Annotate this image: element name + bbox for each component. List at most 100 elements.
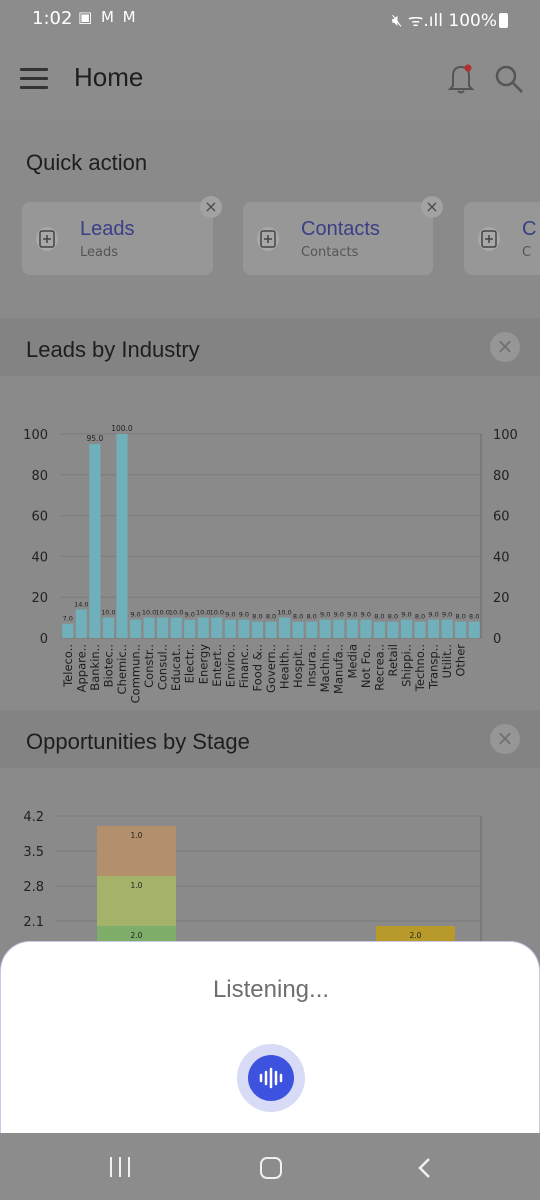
close-leads-chart-button[interactable]: ×	[490, 332, 520, 362]
bar	[224, 619, 236, 638]
x-tick-label: Entert..	[210, 644, 224, 687]
y-tick-label: 4.2	[23, 810, 44, 825]
y-tick-label-left: 100	[23, 428, 48, 443]
bar-data-label: 9.0	[347, 611, 357, 619]
bar	[62, 623, 74, 638]
document-add-icon	[257, 227, 279, 251]
quick-action-subtitle: C	[522, 245, 532, 260]
bar	[292, 621, 304, 638]
bar-data-label: 10.0	[277, 609, 291, 617]
search-icon[interactable]	[494, 64, 524, 94]
bar	[116, 434, 128, 638]
close-opportunities-chart-button[interactable]: ×	[490, 724, 520, 754]
x-tick-label: Food &..	[250, 644, 264, 692]
bar-data-label: 10.0	[155, 609, 169, 617]
bar	[455, 621, 467, 638]
x-tick-label: Energy	[196, 644, 210, 684]
x-tick-label: Appare..	[74, 644, 88, 692]
app-bar: Home	[0, 38, 540, 120]
quick-action-title: Quick action	[26, 150, 148, 175]
bar	[184, 619, 196, 638]
bar-data-label: 9.0	[130, 611, 140, 619]
bar-data-label: 10.0	[196, 609, 210, 617]
bar-data-label: 8.0	[374, 613, 384, 621]
bar-data-label: 8.0	[293, 613, 303, 621]
bar-data-label: 14.0	[74, 600, 88, 608]
bar	[211, 617, 223, 638]
x-tick-label: Commun..	[129, 644, 143, 703]
x-tick-label: Chemic..	[115, 644, 129, 694]
bar	[143, 617, 155, 638]
y-tick-label: 3.5	[23, 845, 44, 860]
bar	[373, 621, 385, 638]
bar-data-label: 9.0	[428, 611, 438, 619]
x-tick-label: Financ..	[237, 644, 251, 688]
bar	[75, 609, 87, 638]
x-tick-label: Other	[454, 644, 468, 677]
bar-data-label: 9.0	[239, 611, 249, 619]
quick-action-subtitle: Contacts	[301, 245, 359, 260]
recent-apps-icon[interactable]	[110, 1157, 132, 1177]
x-tick-label: Enviro..	[223, 644, 237, 687]
page-title: Home	[74, 62, 144, 92]
bar	[400, 619, 413, 638]
bar	[306, 621, 318, 638]
segment-data-label: 2.0	[410, 931, 422, 940]
battery-level: 100%	[448, 11, 497, 31]
x-tick-label: Constr..	[142, 644, 156, 688]
bar	[251, 621, 264, 638]
bar	[278, 617, 291, 638]
remove-leads-button[interactable]: ×	[200, 196, 222, 218]
bar	[346, 619, 358, 638]
document-add-icon	[36, 227, 58, 251]
y-tick-label-right: 60	[493, 510, 510, 525]
y-tick-label-right: 80	[493, 469, 510, 484]
hamburger-icon[interactable]	[20, 68, 48, 90]
y-tick-label-left: 80	[31, 469, 48, 484]
voice-wave-icon[interactable]	[248, 1055, 294, 1101]
y-tick-label-right: 0	[493, 632, 501, 647]
home-icon[interactable]	[260, 1157, 282, 1179]
bar	[265, 621, 277, 638]
bar-data-label: 9.0	[320, 611, 330, 619]
bar	[387, 621, 399, 638]
x-tick-label: Biotec..	[101, 644, 115, 687]
bar-data-label: 8.0	[469, 613, 479, 621]
system-nav-bar	[0, 1133, 540, 1200]
y-tick-label-left: 60	[31, 510, 48, 525]
bar	[238, 619, 250, 638]
x-tick-label: Health..	[278, 644, 292, 689]
bar	[197, 617, 209, 638]
quick-action-card-partial[interactable]: C C	[464, 202, 540, 275]
x-tick-label: Hospit..	[291, 644, 305, 688]
segment-data-label: 2.0	[131, 931, 143, 940]
back-icon[interactable]	[414, 1157, 436, 1179]
remove-contacts-button[interactable]: ×	[421, 196, 443, 218]
bar-data-label: 9.0	[442, 611, 452, 619]
bar	[170, 617, 182, 638]
y-tick-label: 2.8	[23, 880, 44, 895]
bell-icon[interactable]	[447, 62, 475, 94]
listening-status: Listening...	[212, 976, 330, 1003]
x-tick-label: Transp..	[427, 644, 441, 690]
segment-data-label: 1.0	[131, 881, 143, 890]
quick-action-contacts-card[interactable]: Contacts Contacts	[243, 202, 433, 275]
bar	[102, 617, 114, 638]
x-tick-label: Shippi..	[399, 644, 413, 687]
bar-data-label: 9.0	[361, 611, 371, 619]
bar	[129, 619, 142, 638]
mute-icon: 🔇︎	[391, 11, 403, 31]
x-tick-label: Machin..	[318, 644, 332, 692]
y-tick-label: 2.1	[23, 915, 44, 930]
quick-action-leads-card[interactable]: Leads Leads	[22, 202, 213, 275]
bar	[333, 619, 345, 638]
notification-icons: ▣ M M	[78, 8, 138, 26]
voice-button-halo[interactable]	[237, 1044, 305, 1112]
x-tick-label: Teleco..	[61, 644, 75, 688]
y-tick-label-right: 100	[493, 428, 518, 443]
status-bar: 1:02 ▣ M M 🔇︎ ᯤ.ıll 100%	[0, 0, 540, 38]
bar-data-label: 9.0	[185, 611, 195, 619]
x-tick-label: Educat..	[169, 644, 183, 691]
y-tick-label-right: 40	[493, 550, 510, 565]
x-tick-label: Media	[345, 644, 359, 679]
